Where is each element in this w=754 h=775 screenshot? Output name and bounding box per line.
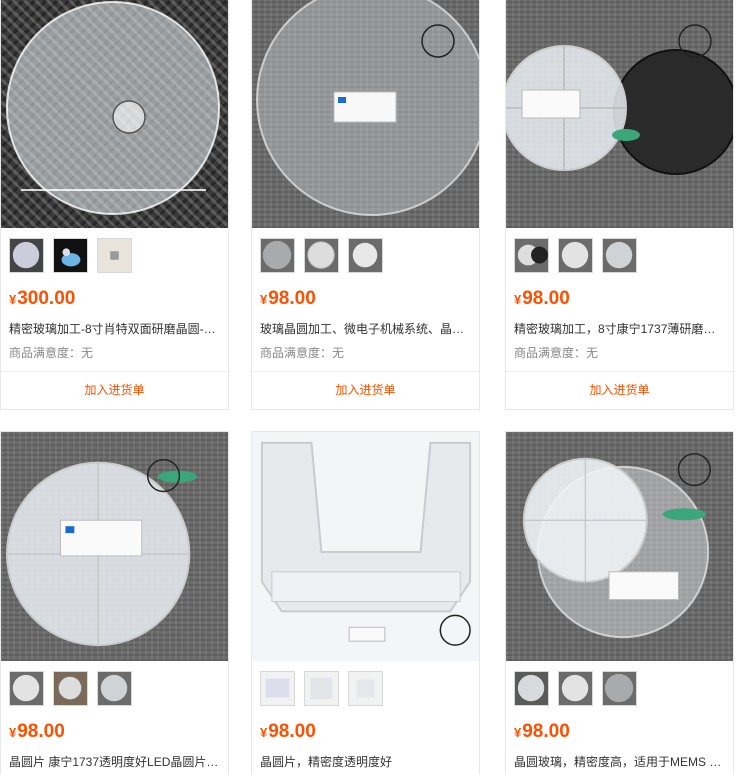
thumbnail-strip bbox=[1, 228, 228, 284]
thumbnail[interactable] bbox=[514, 671, 549, 706]
product-title[interactable]: 精密玻璃加工-8寸肖特双面研磨晶圆-… bbox=[1, 320, 228, 344]
thumbnail[interactable] bbox=[9, 671, 44, 706]
thumbnail[interactable] bbox=[260, 671, 295, 706]
wafer-illustration bbox=[6, 1, 220, 215]
currency-symbol: ¥ bbox=[260, 725, 268, 740]
thumbnail-strip bbox=[1, 661, 228, 717]
price: ¥98.00 bbox=[506, 717, 733, 753]
satisfaction-rating: 商品满意度：无 bbox=[260, 346, 345, 360]
add-to-cart-button[interactable]: 加入进货单 bbox=[1, 371, 228, 409]
thumbnail[interactable] bbox=[348, 238, 383, 273]
currency-symbol: ¥ bbox=[9, 292, 17, 307]
product-card[interactable]: ¥98.00 玻璃晶圆加工、微电子机械系统、晶… 商品满意度：无 加入进货单 bbox=[251, 0, 480, 410]
product-card[interactable]: ¥98.00 晶圆玻璃，精密度高，适用于MEMS … bbox=[505, 431, 734, 775]
product-photo[interactable] bbox=[506, 0, 733, 228]
product-grid: ¥300.00 精密玻璃加工-8寸肖特双面研磨晶圆-… 商品满意度：无 加入进货… bbox=[0, 0, 754, 775]
price: ¥300.00 bbox=[1, 284, 228, 320]
currency-symbol: ¥ bbox=[514, 292, 522, 307]
product-title[interactable]: 精密玻璃加工，8寸康宁1737薄研磨… bbox=[506, 320, 733, 344]
product-title[interactable]: 晶圆玻璃，精密度高，适用于MEMS … bbox=[506, 753, 733, 775]
thumbnail[interactable] bbox=[602, 671, 637, 706]
product-card[interactable]: ¥98.00 晶圆片 康宁1737透明度好LED晶圆片… bbox=[0, 431, 229, 775]
price-value: 98.00 bbox=[522, 721, 570, 742]
product-title[interactable]: 晶圆片 康宁1737透明度好LED晶圆片… bbox=[1, 753, 228, 775]
thumbnail[interactable] bbox=[304, 238, 339, 273]
thumbnail-strip bbox=[252, 661, 479, 717]
thumbnail[interactable] bbox=[53, 671, 88, 706]
price: ¥98.00 bbox=[506, 284, 733, 320]
thumbnail[interactable] bbox=[558, 238, 593, 273]
thumbnail-strip bbox=[506, 228, 733, 284]
thumbnail[interactable] bbox=[558, 671, 593, 706]
satisfaction-rating: 商品满意度：无 bbox=[514, 346, 599, 360]
thumbnail[interactable] bbox=[602, 238, 637, 273]
price-value: 98.00 bbox=[268, 288, 316, 309]
price-value: 300.00 bbox=[17, 288, 76, 309]
wafer-illustration bbox=[506, 24, 733, 175]
currency-symbol: ¥ bbox=[514, 725, 522, 740]
product-photo[interactable] bbox=[252, 432, 479, 661]
product-photo[interactable] bbox=[252, 0, 479, 228]
currency-symbol: ¥ bbox=[260, 292, 268, 307]
product-card[interactable]: ¥300.00 精密玻璃加工-8寸肖特双面研磨晶圆-… 商品满意度：无 加入进货… bbox=[0, 0, 229, 410]
product-card[interactable]: ¥98.00 精密玻璃加工，8寸康宁1737薄研磨… 商品满意度：无 加入进货单 bbox=[505, 0, 734, 410]
add-to-cart-button[interactable]: 加入进货单 bbox=[506, 371, 733, 409]
product-title[interactable]: 玻璃晶圆加工、微电子机械系统、晶… bbox=[252, 320, 479, 344]
add-to-cart-button[interactable]: 加入进货单 bbox=[252, 371, 479, 409]
thumbnail-strip bbox=[252, 228, 479, 284]
price-value: 98.00 bbox=[17, 721, 65, 742]
satisfaction-rating: 商品满意度：无 bbox=[9, 346, 94, 360]
thumbnail[interactable] bbox=[348, 671, 383, 706]
thumbnail[interactable] bbox=[260, 238, 295, 273]
product-photo[interactable] bbox=[506, 432, 733, 661]
wafer-illustration bbox=[522, 453, 711, 639]
product-card[interactable]: ¥98.00 晶圆片，精密度透明度好 bbox=[251, 431, 480, 775]
thumbnail[interactable] bbox=[9, 238, 44, 273]
wafer-illustration bbox=[5, 459, 198, 647]
price-value: 98.00 bbox=[268, 721, 316, 742]
currency-symbol: ¥ bbox=[9, 725, 17, 740]
price-value: 98.00 bbox=[522, 288, 570, 309]
wafer-cassette-illustration bbox=[260, 441, 472, 646]
thumbnail[interactable] bbox=[97, 238, 132, 273]
product-title[interactable]: 晶圆片，精密度透明度好 bbox=[252, 753, 479, 775]
thumbnail[interactable] bbox=[97, 671, 132, 706]
product-photo[interactable] bbox=[1, 432, 228, 661]
thumbnail[interactable] bbox=[304, 671, 339, 706]
product-photo[interactable] bbox=[1, 0, 228, 228]
thumbnail-strip bbox=[506, 661, 733, 717]
price: ¥98.00 bbox=[252, 717, 479, 753]
thumbnail[interactable] bbox=[514, 238, 549, 273]
price: ¥98.00 bbox=[252, 284, 479, 320]
price: ¥98.00 bbox=[1, 717, 228, 753]
thumbnail[interactable] bbox=[53, 238, 88, 273]
wafer-illustration bbox=[256, 0, 479, 216]
